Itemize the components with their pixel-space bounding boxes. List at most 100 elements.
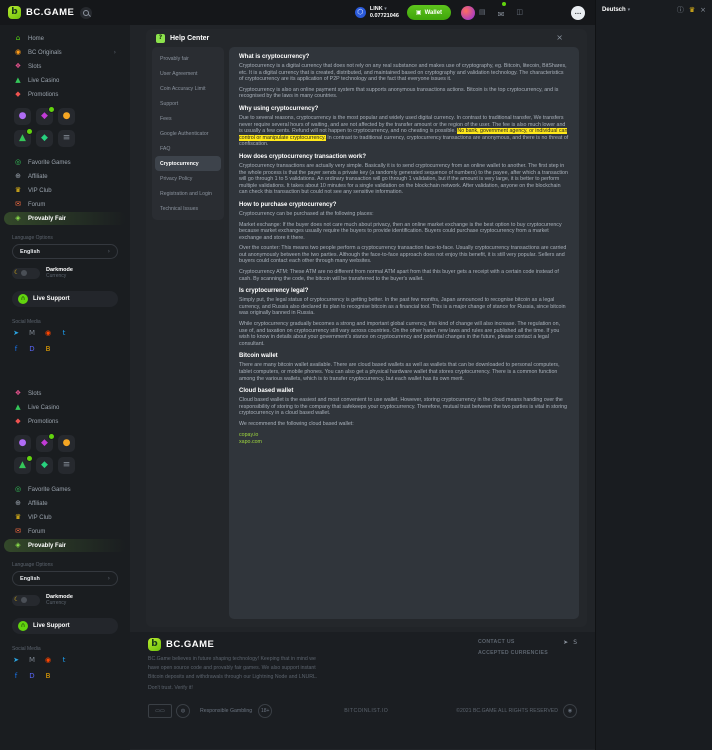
live-support-label: Live Support <box>33 623 70 629</box>
sidebar-item-live-casino[interactable]: ▲Live Casino <box>4 401 126 414</box>
help-menu-item-google-authenticator[interactable]: Google Authenticator <box>155 126 221 141</box>
sidebar-item-live-casino[interactable]: ▲Live Casino <box>4 74 126 87</box>
game-lollipop-tile[interactable]: ● <box>14 435 31 452</box>
sidebar-item-forum[interactable]: ✉Forum <box>4 525 126 538</box>
sidebar-item-affiliate[interactable]: ⊕Affiliate <box>4 170 126 183</box>
sidebar-item-forum[interactable]: ✉Forum <box>4 198 126 211</box>
new-badge <box>48 106 55 113</box>
help-menu-item-provably-fair[interactable]: Provably fair <box>155 51 221 66</box>
game-flask-tile[interactable]: ▲ <box>14 457 31 474</box>
reddit-icon[interactable]: ◉ <box>44 329 52 337</box>
darkmode-toggle[interactable]: ☾ <box>12 595 40 606</box>
chat-language-select[interactable]: Deutsch▾ <box>602 7 630 13</box>
mail-icon: ✉ <box>498 11 505 19</box>
medium-icon[interactable]: M <box>28 656 36 664</box>
avatar[interactable] <box>461 6 475 20</box>
sidebar-item-slots[interactable]: ❖Slots <box>4 60 126 73</box>
sidebar-item-slots[interactable]: ❖Slots <box>4 387 126 400</box>
help-menu-item-faq[interactable]: FAQ <box>155 141 221 156</box>
help-menu-item-cryptocurrency[interactable]: Cryptocurrency <box>155 156 221 171</box>
reddit-icon[interactable]: ◉ <box>44 656 52 664</box>
bitcointalk-icon[interactable]: B <box>44 672 52 680</box>
language-select[interactable]: English› <box>12 244 118 259</box>
live-support-button[interactable]: ∩Live Support <box>12 618 118 634</box>
help-menu-item-registration-and-login[interactable]: Registration and Login <box>155 186 221 201</box>
sidebar-item-home[interactable]: ⌂Home <box>4 32 126 45</box>
sidebar-item-affiliate[interactable]: ⊕Affiliate <box>4 497 126 510</box>
wallet-button[interactable]: ▣ Wallet <box>407 5 451 20</box>
telegram-icon[interactable]: ➤ <box>563 640 568 646</box>
telegram-icon[interactable]: ➤ <box>12 656 20 664</box>
twitter-icon[interactable]: t <box>60 329 68 337</box>
game-gem-icon: ◆ <box>41 112 48 121</box>
search-button[interactable] <box>80 7 92 19</box>
chevron-down-icon: ▾ <box>628 8 631 13</box>
facebook-icon[interactable]: f <box>12 345 20 353</box>
social-icons: ➤ M ◉ t fDB <box>12 656 82 680</box>
chat-toggle-icon[interactable]: … <box>571 6 585 20</box>
game-crystal-tile[interactable]: ◆ <box>36 457 53 474</box>
article-link-xapo-com[interactable]: xapo.com <box>239 439 569 446</box>
article-link-copay-io[interactable]: copay.io <box>239 432 569 439</box>
sidebar-item-label: Live Casino <box>28 78 59 84</box>
darkmode-toggle[interactable]: ☾ <box>12 268 40 279</box>
help-menu-item-support[interactable]: Support <box>155 96 221 111</box>
sidebar-item-promotions[interactable]: ◆Promotions <box>4 415 126 428</box>
vault-icon[interactable]: ◫ <box>516 9 523 16</box>
balance-selector[interactable]: LINK ▾ 0.07721046 <box>370 6 399 19</box>
facebook-icon[interactable]: f <box>12 672 20 680</box>
help-menu-item-coin-accuracy-limit[interactable]: Coin Accuracy Limit <box>155 81 221 96</box>
article-paragraph: Cryptocurrency is also an online payment… <box>239 87 569 100</box>
chevron-right-icon: › <box>108 576 110 582</box>
seal-badge: ◉ <box>563 704 577 718</box>
game-coin-icon: ● <box>63 439 71 448</box>
game-more-icon: ≡ <box>63 461 71 470</box>
bitcointalk-icon[interactable]: B <box>44 345 52 353</box>
rank-icon[interactable]: ▤ <box>479 9 486 16</box>
sidebar-item-vip-club[interactable]: ♛VIP Club <box>4 511 126 524</box>
telegram-icon[interactable]: ➤ <box>12 329 20 337</box>
sidebar-item-vip-club[interactable]: ♛VIP Club <box>4 184 126 197</box>
sidebar-item-favorite-games[interactable]: ◎Favorite Games <box>4 483 126 496</box>
sidebar-item-favorite-games[interactable]: ◎Favorite Games <box>4 156 126 169</box>
game-crystal-tile[interactable]: ◆ <box>36 130 53 147</box>
game-more-icon: ≡ <box>63 134 71 143</box>
trophy-icon[interactable]: ♛ <box>689 7 695 14</box>
headset-icon: ∩ <box>18 294 28 304</box>
wallet-icon: ▣ <box>416 10 422 16</box>
game-coin-tile[interactable]: ● <box>58 435 75 452</box>
search-icon <box>83 10 89 16</box>
discord-icon[interactable]: D <box>28 345 36 353</box>
game-gem-tile[interactable]: ◆ <box>36 435 53 452</box>
article-heading: How to purchase cryptocurrency? <box>239 202 569 208</box>
inbox-button[interactable]: ✉ <box>498 4 505 22</box>
balance-currency: LINK <box>370 6 383 12</box>
sidebar-section: ❖Slots▲Live Casino◆Promotions ● ◆ ● ▲ ◆ ≡ ◎Favo… <box>0 387 130 680</box>
close-icon[interactable]: × <box>556 34 563 42</box>
game-more-tile[interactable]: ≡ <box>58 130 75 147</box>
sidebar-item-provably-fair[interactable]: ◈Provably Fair <box>4 539 126 552</box>
chat-rules-icon[interactable]: ⓘ <box>677 7 684 14</box>
help-menu-item-fees[interactable]: Fees <box>155 111 221 126</box>
help-menu-item-technical-issues[interactable]: Technical Issues <box>155 201 221 216</box>
language-select[interactable]: English› <box>12 571 118 586</box>
skype-icon[interactable]: S <box>573 640 577 646</box>
live-support-button[interactable]: ∩Live Support <box>12 291 118 307</box>
medium-icon[interactable]: M <box>28 329 36 337</box>
game-flask-tile[interactable]: ▲ <box>14 130 31 147</box>
help-menu-item-user-agreement[interactable]: User Agreement <box>155 66 221 81</box>
game-more-tile[interactable]: ≡ <box>58 457 75 474</box>
age-limit-badge: 18+ <box>258 704 272 718</box>
twitter-icon[interactable]: t <box>60 656 68 664</box>
sidebar-item-label: Affiliate <box>28 501 48 507</box>
game-lollipop-tile[interactable]: ● <box>14 108 31 125</box>
sidebar-item-provably-fair[interactable]: ◈Provably Fair <box>4 212 126 225</box>
discord-icon[interactable]: D <box>28 672 36 680</box>
game-gem-tile[interactable]: ◆ <box>36 108 53 125</box>
sidebar-item-bc-originals[interactable]: ◉BC Originals› <box>4 46 126 59</box>
main-content: ? Help Center × Provably fairUser Agreem… <box>130 25 595 750</box>
help-menu-item-privacy-policy[interactable]: Privacy Policy <box>155 171 221 186</box>
game-coin-tile[interactable]: ● <box>58 108 75 125</box>
close-chat-icon[interactable]: × <box>700 7 706 14</box>
sidebar-item-promotions[interactable]: ◆Promotions <box>4 88 126 101</box>
